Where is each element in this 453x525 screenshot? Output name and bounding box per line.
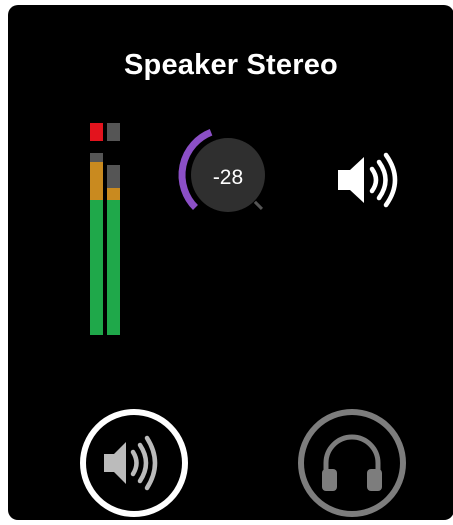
meter-hold-left [90,153,103,162]
level-meter-left [90,123,103,335]
gain-knob[interactable]: -28 [176,123,280,227]
headphone-button-ring [298,409,406,517]
meter-yellow-left [90,162,103,200]
panel-title: Speaker Stereo [124,49,338,81]
meter-green-right [107,200,120,335]
headphone-output-button[interactable] [296,407,408,519]
level-meter-right [107,123,120,335]
speaker-volume-icon [334,145,404,215]
speaker-button-ring [80,409,188,517]
meter-hold-right [107,165,120,188]
meter-green-left [90,200,103,335]
gain-value: -28 [213,166,243,189]
clip-indicator-left [90,123,103,141]
speaker-output-button[interactable] [78,407,190,519]
output-panel: Speaker Stereo -28 [8,5,453,520]
knob-pointer [253,200,264,211]
gain-knob-graphic: -28 [178,128,265,212]
speaker-output-icon [104,435,158,491]
clip-indicator-right [107,123,120,141]
meter-yellow-right [107,188,120,200]
headphones-icon [322,434,382,491]
